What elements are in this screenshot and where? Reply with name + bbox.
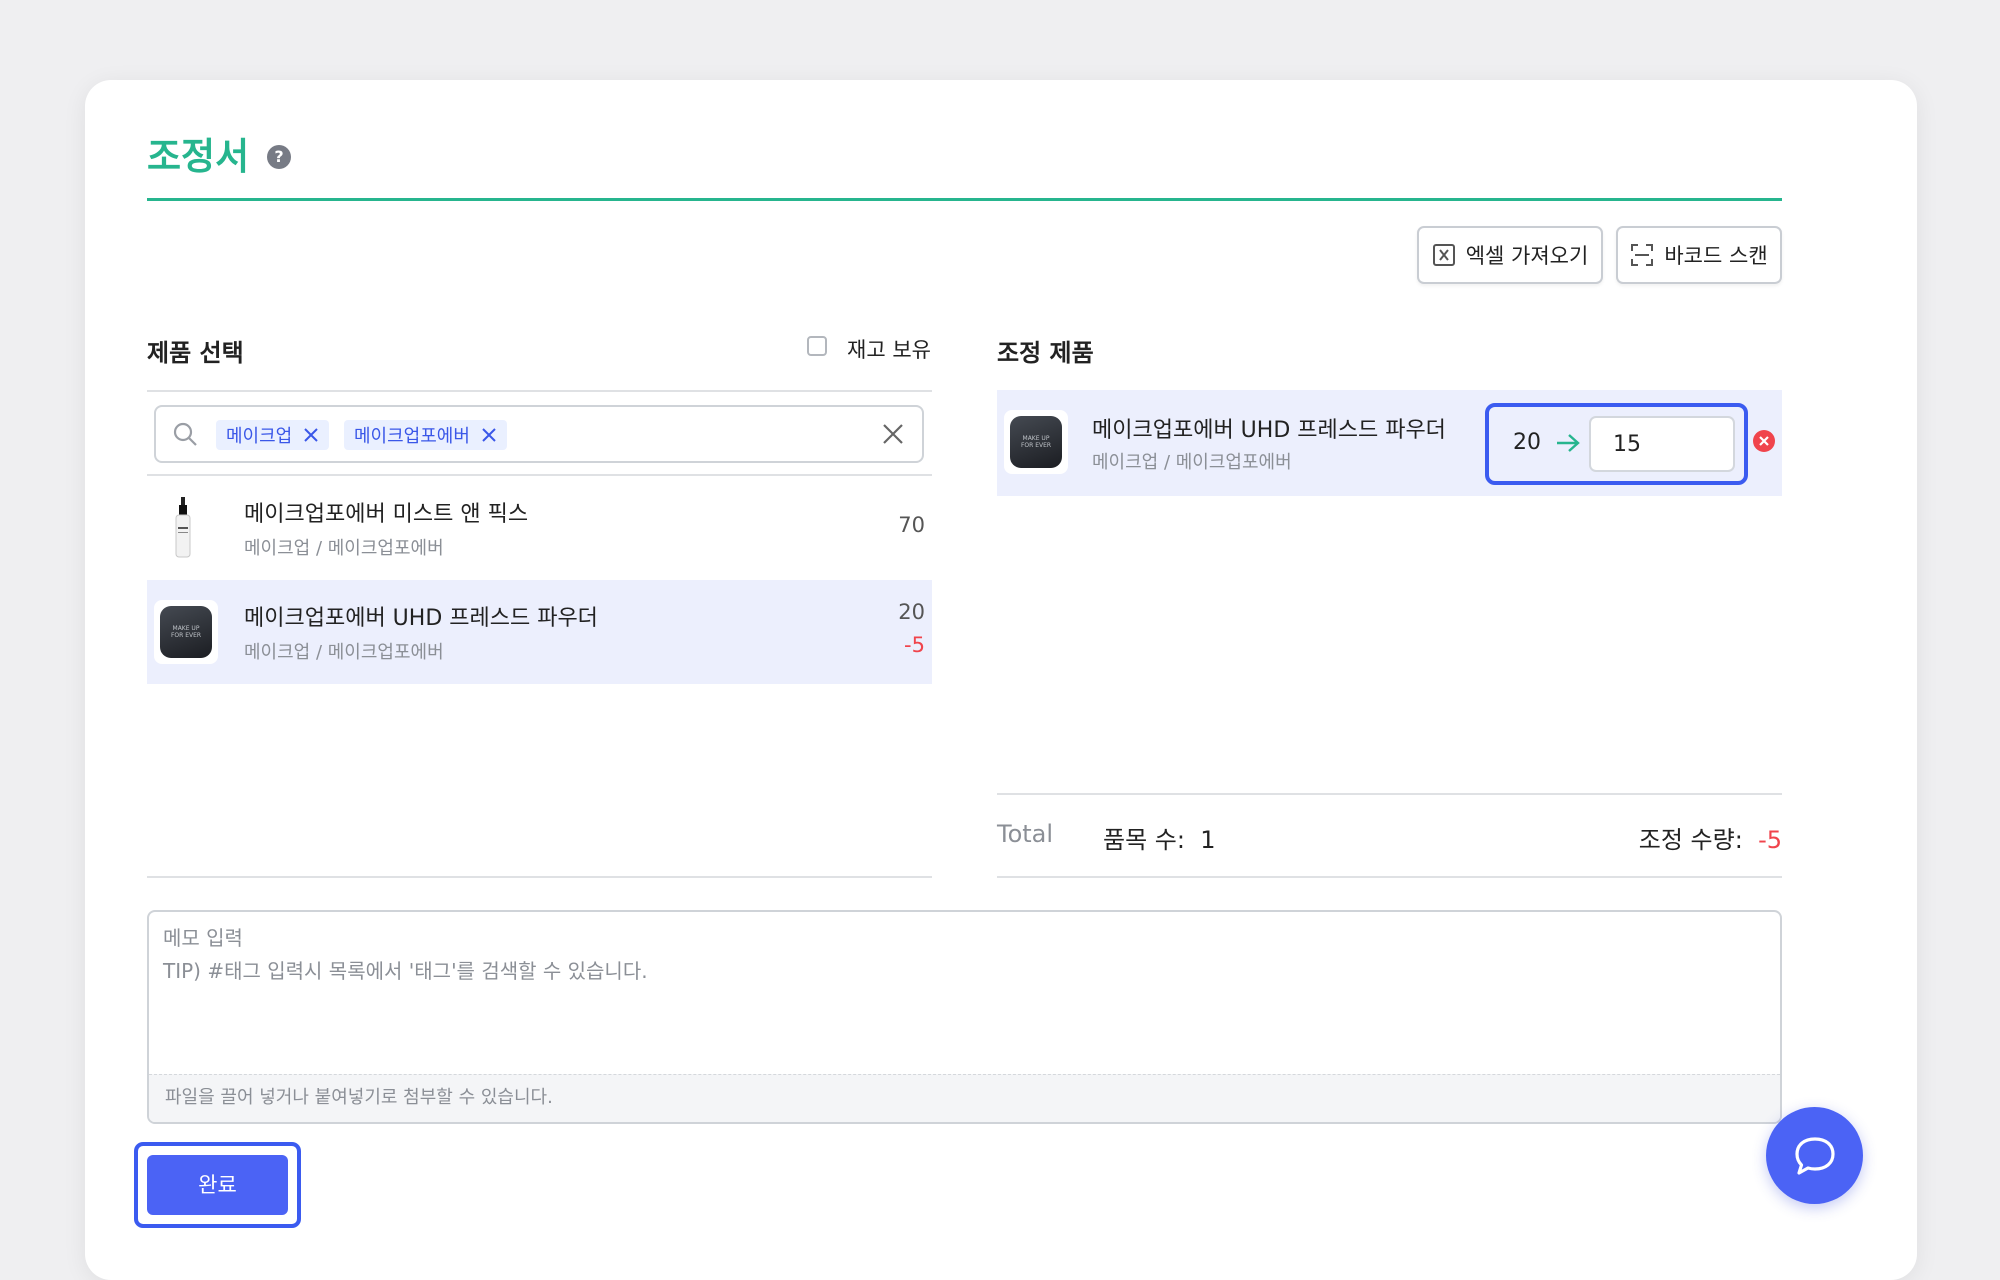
clear-search-icon[interactable] bbox=[881, 422, 905, 446]
product-name: 메이크업포에버 미스트 앤 픽스 bbox=[244, 502, 529, 527]
stock-qty: 70 bbox=[898, 513, 925, 537]
in-stock-label[interactable]: 재고 보유 bbox=[847, 334, 931, 364]
chip-close-icon[interactable] bbox=[481, 427, 497, 443]
page-title: 조정서 bbox=[147, 135, 250, 178]
item-count-label: 품목 수: 1 bbox=[1103, 826, 1216, 854]
memo-placeholder: 메모 입력 TIP) #태그 입력시 목록에서 '태그'를 검색할 수 있습니다… bbox=[163, 926, 648, 983]
adjustment-card: 조정서 ? 엑셀 가져오기 바코드 스캔 제품 선택 재고 보유 메이크업 메이… bbox=[85, 80, 1917, 1280]
mist-bottle-image bbox=[175, 497, 191, 558]
list-item[interactable]: 메이크업포에버 미스트 앤 픽스 메이크업 / 메이크업포에버 70 bbox=[147, 476, 932, 580]
excel-import-label: 엑셀 가져오기 bbox=[1465, 244, 1589, 268]
arrow-right-icon bbox=[1557, 434, 1580, 452]
adjust-product-category: 메이크업 / 메이크업포에버 bbox=[1092, 452, 1292, 473]
powder-compact-image: MAKE UP FOR EVER bbox=[160, 606, 212, 658]
excel-import-button[interactable]: 엑셀 가져오기 bbox=[1417, 226, 1603, 284]
adjust-product-name: 메이크업포에버 UHD 프레스드 파우더 bbox=[1092, 418, 1446, 443]
search-input[interactable]: 메이크업 메이크업포에버 bbox=[154, 405, 924, 463]
list-item[interactable]: MAKE UP FOR EVER 메이크업포에버 UHD 프레스드 파우더 메이크… bbox=[147, 580, 932, 684]
product-thumbnail: MAKE UP FOR EVER bbox=[154, 600, 218, 664]
search-chip: 메이크업포에버 bbox=[344, 420, 507, 450]
barcode-scan-button[interactable]: 바코드 스캔 bbox=[1616, 226, 1782, 284]
new-qty-input[interactable] bbox=[1589, 416, 1735, 472]
barcode-scan-icon bbox=[1631, 244, 1654, 266]
product-thumbnail: MAKE UP FOR EVER bbox=[1004, 410, 1068, 474]
done-button[interactable]: 완료 bbox=[147, 1155, 288, 1215]
list-bottom-divider bbox=[147, 876, 932, 878]
product-thumbnail bbox=[151, 496, 215, 560]
item-count-value: 1 bbox=[1200, 826, 1216, 854]
search-chip: 메이크업 bbox=[216, 420, 330, 450]
stock-qty: 20 bbox=[898, 600, 925, 624]
chat-button[interactable] bbox=[1766, 1107, 1863, 1204]
search-chip-label: 메이크업 bbox=[226, 426, 293, 447]
chip-close-icon[interactable] bbox=[303, 427, 319, 443]
adjust-bottom-divider bbox=[997, 876, 1782, 878]
product-name: 메이크업포에버 UHD 프레스드 파우더 bbox=[244, 606, 598, 631]
memo-field[interactable]: 메모 입력 TIP) #태그 입력시 목록에서 '태그'를 검색할 수 있습니다… bbox=[147, 910, 1782, 1124]
search-icon bbox=[173, 422, 197, 446]
powder-compact-image: MAKE UP FOR EVER bbox=[1010, 416, 1062, 468]
product-category: 메이크업 / 메이크업포에버 bbox=[244, 642, 444, 663]
chat-bubble-icon bbox=[1794, 1136, 1835, 1175]
product-select-title: 제품 선택 bbox=[147, 339, 244, 367]
remove-item-icon[interactable] bbox=[1752, 429, 1776, 453]
product-category: 메이크업 / 메이크업포에버 bbox=[244, 538, 444, 559]
search-chip-label: 메이크업포에버 bbox=[354, 426, 470, 447]
from-qty: 20 bbox=[1513, 430, 1541, 455]
attach-hint[interactable]: 파일을 끌어 넣거나 붙여넣기로 첨부할 수 있습니다. bbox=[149, 1074, 1780, 1122]
list-top-divider bbox=[147, 390, 932, 392]
adjust-qty-value: -5 bbox=[1758, 826, 1782, 854]
done-button-focus: 완료 bbox=[134, 1142, 301, 1228]
adjust-qty-total: 조정 수량: -5 bbox=[1638, 826, 1782, 854]
qty-adjust-control: 20 bbox=[1485, 403, 1748, 485]
title-divider bbox=[147, 198, 1782, 201]
barcode-scan-label: 바코드 스캔 bbox=[1664, 244, 1768, 268]
in-stock-checkbox[interactable] bbox=[807, 336, 827, 356]
stock-delta: -5 bbox=[904, 633, 925, 657]
total-label: Total bbox=[997, 820, 1054, 848]
excel-icon bbox=[1432, 244, 1455, 266]
adjust-products-title: 조정 제품 bbox=[997, 339, 1094, 367]
question-icon[interactable]: ? bbox=[267, 145, 291, 169]
totals-divider bbox=[997, 793, 1782, 795]
